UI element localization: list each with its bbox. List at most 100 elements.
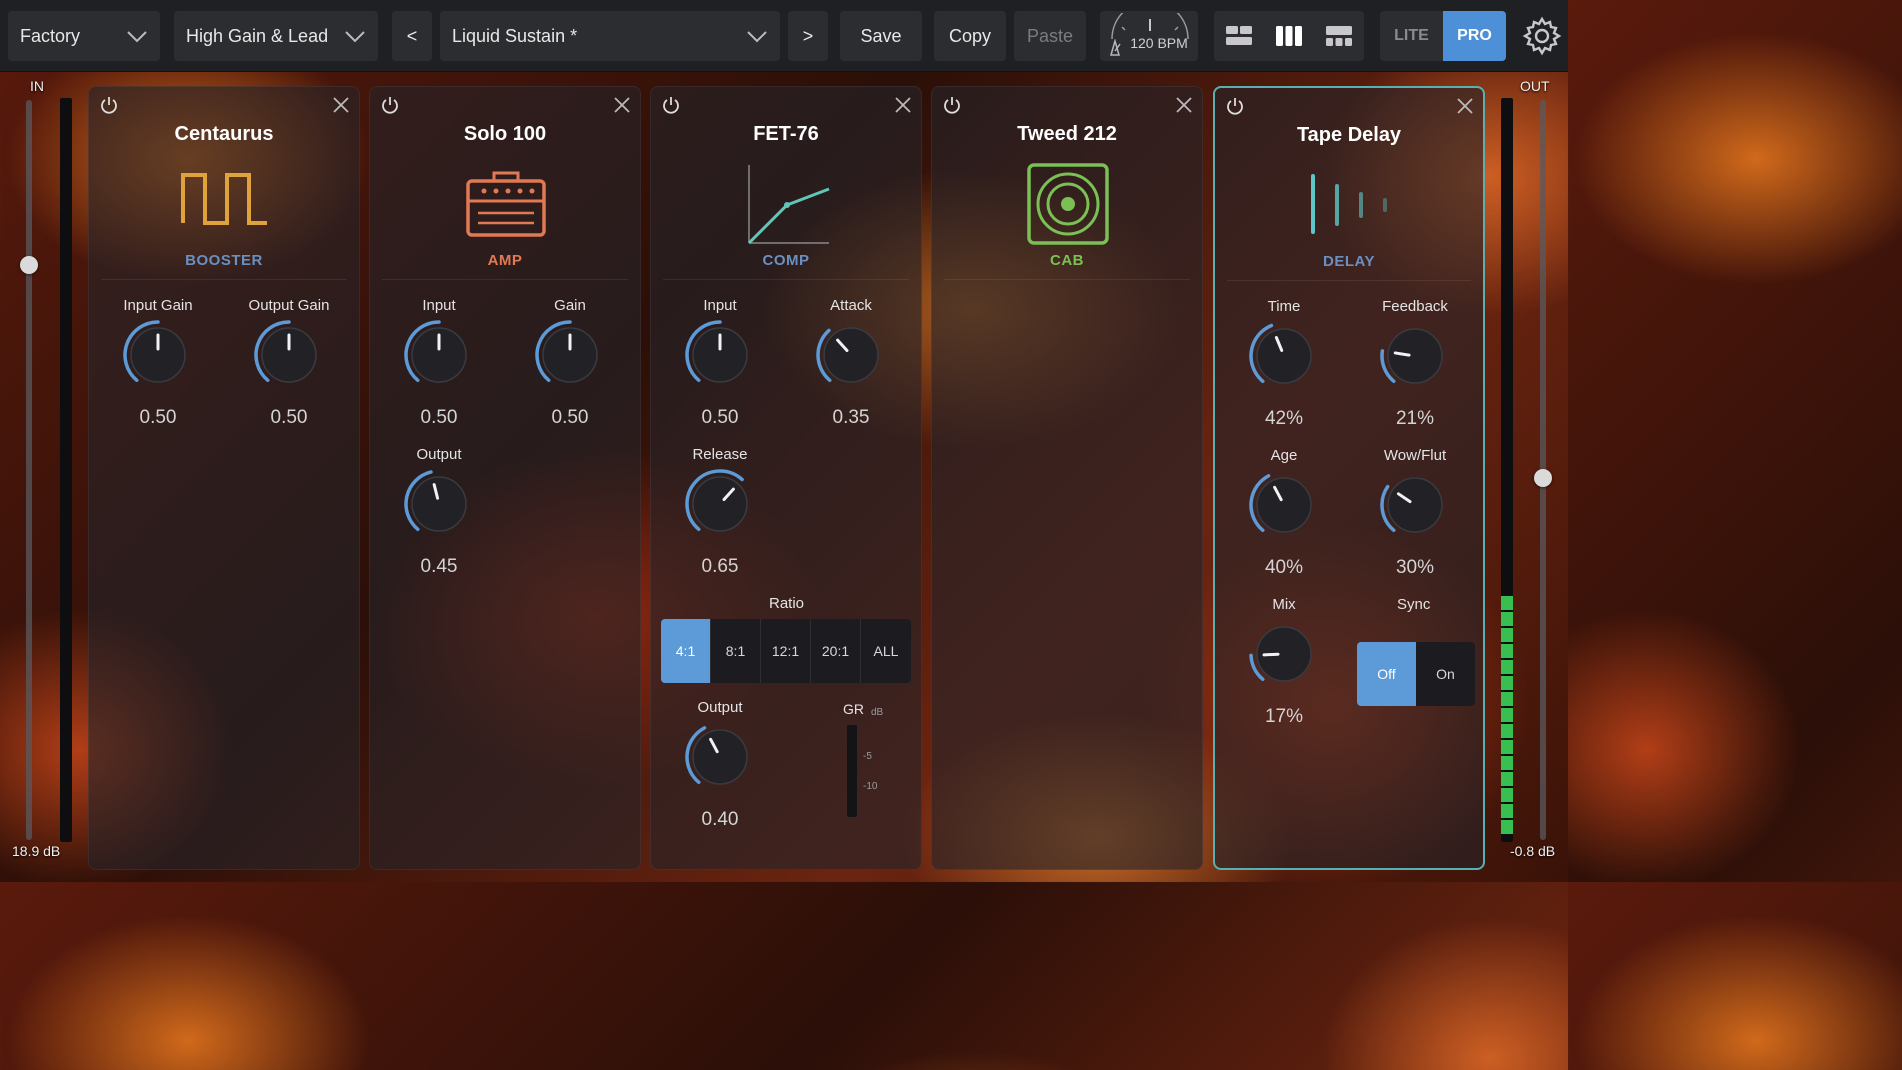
metronome-icon (1110, 39, 1121, 56)
bank-dropdown-value: Factory (20, 25, 81, 46)
bank-dropdown[interactable]: Factory (8, 11, 160, 61)
input-gain-slider-thumb[interactable] (20, 256, 38, 274)
power-icon[interactable] (380, 95, 400, 115)
knob-value: 0.40 (701, 809, 739, 830)
output-level-meter (1501, 98, 1513, 842)
module-category: AMP (487, 252, 523, 269)
meter-segment (1501, 724, 1513, 738)
knob-label: Time (1267, 298, 1301, 315)
power-icon[interactable] (99, 95, 119, 115)
sync-on-button[interactable]: On (1416, 642, 1475, 706)
close-icon[interactable] (1174, 95, 1194, 115)
layout-switcher (1214, 11, 1364, 61)
gear-icon[interactable] (1520, 14, 1564, 58)
knob-dial (404, 320, 467, 383)
knob-pointer (1262, 652, 1280, 657)
meter-segment (1501, 788, 1513, 802)
rows-layout-icon (1326, 26, 1352, 46)
module-category: BOOSTER (185, 252, 263, 269)
gain-knob[interactable]: Gain 0.50 (505, 297, 635, 437)
knob-dial (1249, 626, 1312, 682)
knob-value: 0.65 (701, 556, 739, 577)
compressor-curve-icon (747, 165, 830, 245)
ratio-label: Ratio (769, 595, 805, 612)
divider (382, 279, 628, 280)
knob-dial (685, 726, 748, 785)
output-level-value: -0.8 dB (1510, 843, 1556, 859)
layout-grid-button[interactable] (1214, 11, 1264, 61)
meter-segment (1501, 644, 1513, 658)
chevron-down-icon (127, 31, 147, 43)
module-title: FET-76 (753, 123, 819, 145)
ratio-option[interactable]: 20:1 (811, 619, 861, 683)
meter-segment (1501, 708, 1513, 722)
next-preset-button[interactable]: > (788, 11, 828, 61)
knob-body (411, 476, 467, 532)
power-icon[interactable] (1225, 96, 1245, 116)
output-gain-slider-thumb[interactable] (1534, 469, 1552, 487)
copy-button[interactable]: Copy (934, 11, 1006, 61)
output-gain-knob[interactable]: Output Gain 0.50 (224, 297, 354, 437)
output-knob[interactable]: Output 0.40 (655, 699, 785, 839)
time-knob[interactable]: Time 42% (1219, 298, 1349, 438)
knob-value: 0.50 (270, 407, 308, 428)
layout-rows-button[interactable] (1314, 11, 1364, 61)
knob-dial (685, 320, 748, 383)
speaker-cab-icon (1027, 163, 1109, 245)
preset-dropdown[interactable]: Liquid Sustain * (440, 11, 780, 61)
output-knob[interactable]: Output 0.45 (374, 446, 504, 586)
compressor-module: FET-76 COMP Input 0.50 Attack 0.35 Relea… (650, 86, 922, 870)
ratio-option[interactable]: 4:1 (661, 619, 711, 683)
input-gain-slider[interactable] (26, 100, 32, 840)
knob-value: 42% (1264, 408, 1304, 429)
close-icon[interactable] (893, 95, 913, 115)
lite-button[interactable]: LITE (1380, 11, 1443, 61)
input-gain-knob[interactable]: Input Gain 0.50 (93, 297, 223, 437)
input-knob[interactable]: Input 0.50 (655, 297, 785, 437)
close-icon[interactable] (612, 95, 632, 115)
pro-button[interactable]: PRO (1443, 11, 1506, 61)
category-dropdown[interactable]: High Gain & Lead (174, 11, 378, 61)
input-knob[interactable]: Input 0.50 (374, 297, 504, 437)
attack-knob[interactable]: Attack 0.35 (786, 297, 916, 437)
square-wave-icon (181, 173, 267, 225)
paste-button[interactable]: Paste (1014, 11, 1086, 61)
close-icon[interactable] (331, 95, 351, 115)
module-title: Solo 100 (463, 123, 547, 145)
columns-layout-icon (1276, 26, 1302, 46)
meter-segment (1501, 612, 1513, 626)
knob-label: Wow/Flut (1383, 447, 1447, 464)
layout-columns-button[interactable] (1264, 11, 1314, 61)
age-knob[interactable]: Age 40% (1219, 447, 1349, 587)
wow-flutter-knob[interactable]: Wow/Flut 30% (1350, 447, 1480, 587)
knob-body (1256, 328, 1312, 384)
release-knob[interactable]: Release 0.65 (655, 446, 785, 586)
sync-off-button[interactable]: Off (1357, 642, 1416, 706)
save-button[interactable]: Save (840, 11, 922, 61)
ratio-option[interactable]: 8:1 (711, 619, 761, 683)
power-icon[interactable] (661, 95, 681, 115)
module-category: DELAY (1323, 253, 1375, 270)
tempo-display[interactable]: 120 BPM (1100, 11, 1198, 61)
prev-preset-button[interactable]: < (392, 11, 432, 61)
knob-label: Input Gain (123, 297, 193, 314)
ratio-option[interactable]: 12:1 (761, 619, 811, 683)
ratio-option[interactable]: ALL (861, 619, 911, 683)
power-icon[interactable] (942, 95, 962, 115)
knob-value: 21% (1395, 408, 1435, 429)
gain-reduction-meter: GR dB -5 -10 (837, 699, 897, 819)
divider (101, 279, 347, 280)
gr-unit: dB (871, 707, 884, 718)
knob-value: 0.50 (701, 407, 739, 428)
booster-module: Centaurus BOOSTER Input Gain 0.50 Output… (88, 86, 360, 870)
knob-label: Input (703, 297, 737, 314)
knob-dial (1380, 477, 1443, 533)
gr-tick: -10 (863, 781, 878, 792)
chevron-down-icon (345, 31, 365, 43)
input-level-meter (60, 98, 72, 842)
divider (944, 279, 1190, 280)
close-icon[interactable] (1455, 96, 1475, 116)
knob-value: 0.50 (551, 407, 589, 428)
mix-knob[interactable]: Mix 17% (1219, 596, 1349, 736)
feedback-knob[interactable]: Feedback 21% (1350, 298, 1480, 438)
